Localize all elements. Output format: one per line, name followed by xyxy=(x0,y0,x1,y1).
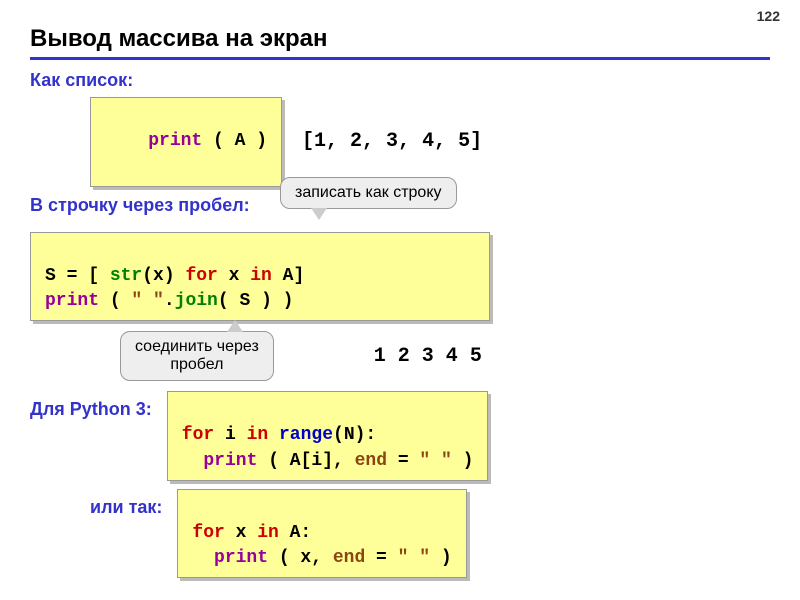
c3-args: (N): xyxy=(333,425,376,445)
label-or: или так: xyxy=(90,489,162,518)
row-example1: print ( A ) [1, 2, 3, 4, 5] xyxy=(30,97,770,187)
c2-open: ( xyxy=(99,291,131,311)
code-for-range: for i in range(N): print ( A[i], end = "… xyxy=(167,391,489,481)
c2-suffix: A] xyxy=(272,266,304,286)
block3: Для Python 3: for i in range(N): print (… xyxy=(30,391,770,481)
output-inline: 1 2 3 4 5 xyxy=(374,345,482,368)
c3-in: in xyxy=(247,425,269,445)
kw-print: print xyxy=(148,131,202,151)
c2-prefix: S = [ xyxy=(45,266,110,286)
code-args: ( A ) xyxy=(202,131,267,151)
block4: или так: for x in A: print ( x, end = " … xyxy=(90,489,770,579)
c2-str: str xyxy=(110,266,142,286)
c3-close: ) xyxy=(452,451,474,471)
c2-print: print xyxy=(45,291,99,311)
c3-i: i xyxy=(214,425,246,445)
c4-for: for xyxy=(192,523,224,543)
c2-mid: (x) xyxy=(142,266,185,286)
c2-join: join xyxy=(175,291,218,311)
page-number: 122 xyxy=(757,8,780,24)
c4-end: end xyxy=(333,548,365,568)
c4-eq: = xyxy=(365,548,397,568)
code-join: S = [ str(x) for x in A] print ( " ".joi… xyxy=(30,232,490,322)
c3-sp xyxy=(268,425,279,445)
callout-join-row: соединить через пробел 1 2 3 4 5 xyxy=(120,331,770,381)
c4-x: x xyxy=(225,523,257,543)
c4-print: print xyxy=(214,548,268,568)
c3-print: print xyxy=(203,451,257,471)
c2-dot: . xyxy=(164,291,175,311)
c2-args: ( S ) ) xyxy=(218,291,294,311)
callout-join: соединить через пробел xyxy=(120,331,274,381)
c4-args1: ( x, xyxy=(268,548,333,568)
c3-range: range xyxy=(279,425,333,445)
c3-indent xyxy=(182,451,204,471)
output-list: [1, 2, 3, 4, 5] xyxy=(302,130,482,153)
c4-q: " " xyxy=(398,548,430,568)
callout-tostring-wrap: записать как строку xyxy=(280,177,457,209)
c4-in: in xyxy=(257,523,279,543)
label-python3: Для Python 3: xyxy=(30,391,152,420)
c4-indent xyxy=(192,548,214,568)
code-print-a: print ( A ) xyxy=(90,97,282,187)
c3-for: for xyxy=(182,425,214,445)
subtitle-aslist: Как список: xyxy=(30,70,770,91)
code-for-x: for x in A: print ( x, end = " " ) xyxy=(177,489,466,579)
slide-title: Вывод массива на экран xyxy=(30,25,770,60)
c2-x: x xyxy=(218,266,250,286)
c3-eq: = xyxy=(387,451,419,471)
c4-suffix: A: xyxy=(279,523,311,543)
c2-in: in xyxy=(250,266,272,286)
c4-close: ) xyxy=(430,548,452,568)
c2-q1: " " xyxy=(131,291,163,311)
c2-for: for xyxy=(185,266,217,286)
c3-args1: ( A[i], xyxy=(257,451,354,471)
c3-end: end xyxy=(355,451,387,471)
callout-tostring: записать как строку xyxy=(280,177,457,209)
c3-q: " " xyxy=(419,451,451,471)
block2: записать как строку S = [ str(x) for x i… xyxy=(30,222,770,382)
